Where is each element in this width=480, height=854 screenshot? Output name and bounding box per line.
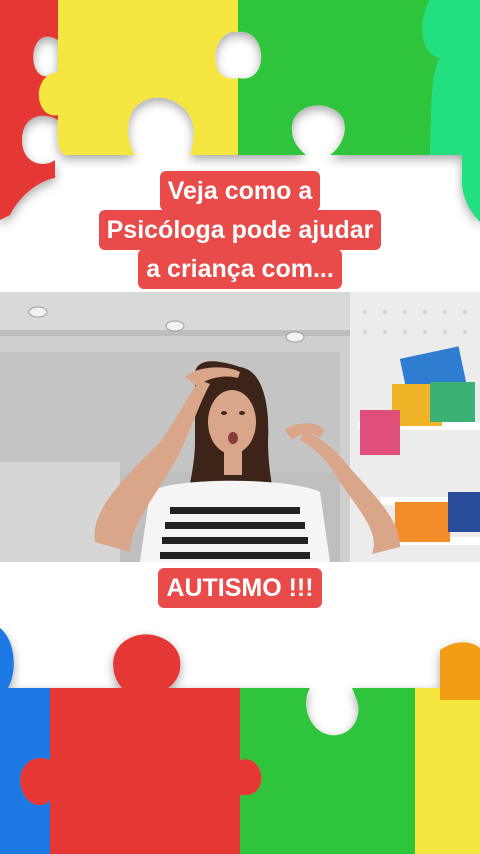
autism-caption: AUTISMO !!! <box>158 568 322 608</box>
ceiling-light <box>285 331 305 343</box>
video-frame <box>0 292 480 562</box>
bottom-caption: AUTISMO !!! <box>0 568 480 608</box>
caption-line-2: Psicóloga pode ajudar <box>98 210 382 250</box>
ceiling-light <box>28 306 48 318</box>
ceiling-light <box>165 320 185 332</box>
puzzle-piece-orange-bottom <box>440 642 480 700</box>
puzzle-piece-yellow-bottom <box>415 688 480 854</box>
caption-line-3: a criança com... <box>138 249 342 289</box>
caption-line-1: Veja como a <box>159 171 321 211</box>
